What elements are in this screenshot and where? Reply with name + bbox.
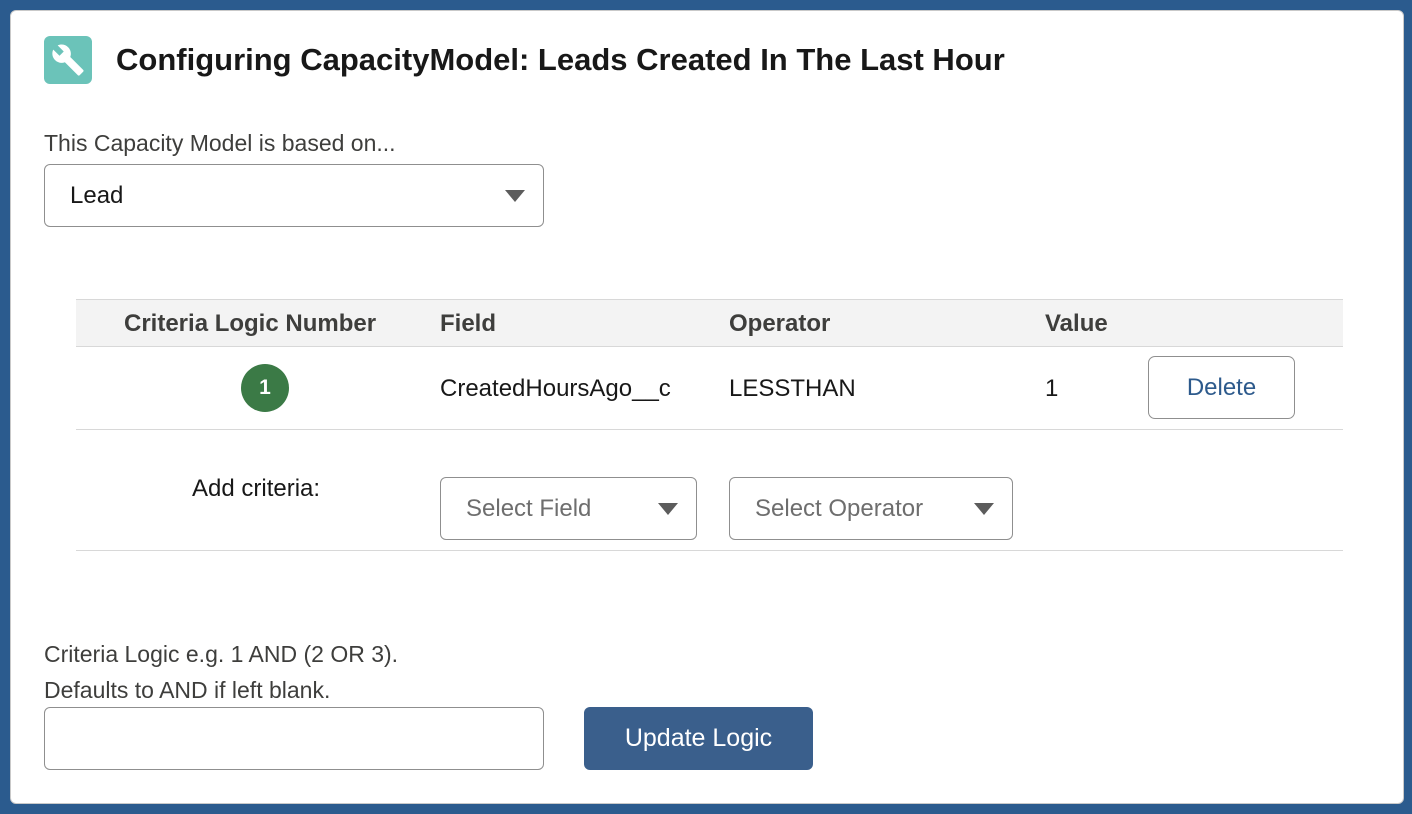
update-logic-button[interactable]: Update Logic — [584, 707, 813, 770]
column-header-operator: Operator — [729, 310, 831, 337]
add-criteria-label: Add criteria: — [192, 475, 321, 502]
header-icon-tile — [44, 36, 92, 84]
column-header-value: Value — [1045, 310, 1108, 337]
criteria-field-cell: CreatedHoursAgo__c — [440, 375, 671, 402]
capacity-model-card: Configuring CapacityModel: Leads Created… — [10, 10, 1404, 804]
select-operator-placeholder: Select Operator — [755, 494, 924, 522]
select-field-dropdown[interactable]: Select Field — [440, 477, 697, 540]
select-operator-dropdown[interactable]: Select Operator — [729, 477, 1013, 540]
criteria-logic-help-line1: Criteria Logic e.g. 1 AND (2 OR 3). — [44, 641, 399, 667]
object-select[interactable]: Lead — [44, 164, 544, 227]
criteria-logic-help: Criteria Logic e.g. 1 AND (2 OR 3). Defa… — [44, 636, 398, 708]
object-select-value: Lead — [70, 181, 124, 209]
chevron-down-icon — [505, 189, 525, 202]
criteria-logic-input[interactable] — [44, 707, 544, 770]
criteria-operator-cell: LESSTHAN — [729, 375, 856, 402]
add-criteria-row: Add criteria: Select Field Select Operat… — [76, 430, 1343, 551]
criteria-value-cell: 1 — [1045, 375, 1059, 402]
criteria-table: Criteria Logic Number Field Operator Val… — [76, 299, 1343, 551]
select-field-placeholder: Select Field — [466, 494, 592, 522]
criteria-logic-help-line2: Defaults to AND if left blank. — [44, 677, 331, 703]
page-title: Configuring CapacityModel: Leads Created… — [116, 42, 1005, 77]
wrench-icon — [52, 44, 84, 76]
column-header-criteria-logic-number: Criteria Logic Number — [124, 310, 377, 337]
criteria-table-header: Criteria Logic Number Field Operator Val… — [76, 299, 1343, 347]
column-header-field: Field — [440, 310, 497, 337]
chevron-down-icon — [974, 502, 994, 515]
table-row: 1 CreatedHoursAgo__c LESSTHAN 1 Delete — [76, 347, 1343, 430]
object-selector-label: This Capacity Model is based on... — [44, 130, 396, 156]
criteria-number-badge: 1 — [241, 364, 289, 412]
chevron-down-icon — [658, 502, 678, 515]
delete-criteria-button[interactable]: Delete — [1148, 356, 1295, 419]
